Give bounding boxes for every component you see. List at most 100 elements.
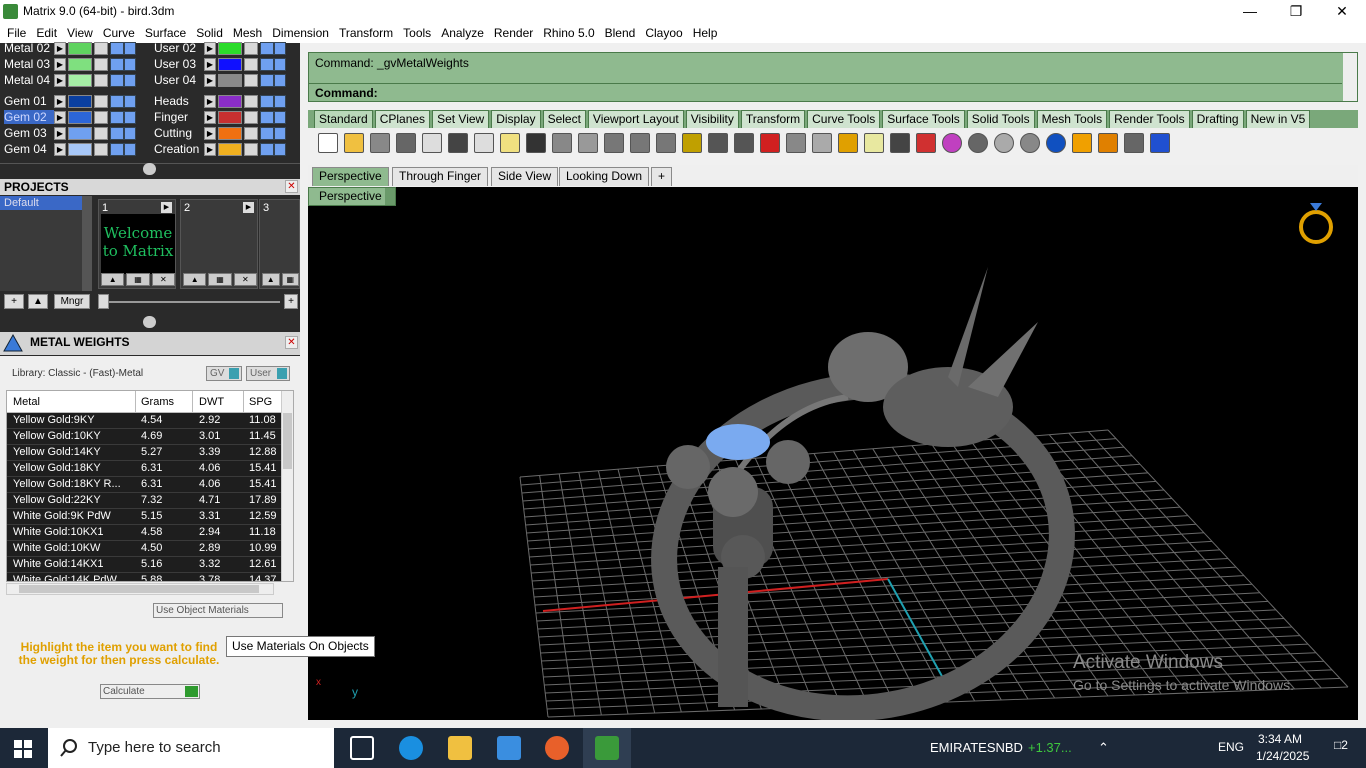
project-item-default[interactable]: Default: [0, 196, 82, 210]
table-row[interactable]: White Gold:10KW 4.50 2.89 10.99: [7, 541, 285, 557]
layer-row[interactable]: Gem 04 ▶: [0, 141, 150, 157]
table-row[interactable]: Yellow Gold:9KY 4.54 2.92 11.08: [7, 413, 285, 429]
lock-icon[interactable]: [244, 95, 258, 108]
maximize-button[interactable]: ❐: [1273, 0, 1319, 23]
layer-row[interactable]: Gem 02 ▶: [0, 109, 150, 125]
layer-color-swatch[interactable]: [218, 58, 242, 71]
layer-visibility-toggle[interactable]: [260, 58, 274, 71]
lock-icon[interactable]: [890, 133, 910, 153]
blue-sphere-icon[interactable]: [1046, 133, 1066, 153]
toolbar-tab[interactable]: Standard: [314, 110, 373, 128]
circle-icon[interactable]: [812, 133, 832, 153]
copy-icon[interactable]: [474, 133, 494, 153]
toolbar-tab[interactable]: Solid Tools: [966, 110, 1035, 128]
upload-icon[interactable]: ▲: [262, 273, 280, 286]
layer-render-toggle[interactable]: [124, 58, 136, 71]
tools-icon[interactable]: [786, 133, 806, 153]
column-header-metal[interactable]: Metal: [13, 396, 40, 408]
help-icon[interactable]: [1150, 133, 1170, 153]
toolbar-tab[interactable]: Visibility: [685, 110, 739, 128]
tab-looking-down[interactable]: Looking Down: [559, 167, 650, 186]
layer-visibility-toggle[interactable]: [260, 143, 274, 156]
layer-row[interactable]: Metal 03 ▶: [0, 56, 150, 72]
clock-time[interactable]: 3:34 AM: [1258, 732, 1302, 746]
four-view-icon[interactable]: [734, 133, 754, 153]
layer-row[interactable]: User 03 ▶: [150, 56, 300, 72]
layer-color-swatch[interactable]: [68, 127, 92, 140]
delete-icon[interactable]: ✕: [151, 273, 175, 286]
lock-icon[interactable]: [94, 42, 108, 55]
toolbar-tab[interactable]: Surface Tools: [882, 110, 965, 128]
delete-icon[interactable]: ✕: [233, 273, 257, 286]
close-button[interactable]: ✕: [1319, 0, 1365, 23]
mail-icon[interactable]: [497, 736, 521, 760]
menu-blend[interactable]: Blend: [600, 23, 641, 43]
layer-color-swatch[interactable]: [218, 127, 242, 140]
save-icon[interactable]: ▦: [281, 273, 299, 286]
zoom-icon[interactable]: [604, 133, 624, 153]
move-icon[interactable]: [578, 133, 598, 153]
layer-row[interactable]: Gem 01 ▶: [0, 93, 150, 109]
lock-icon[interactable]: [94, 111, 108, 124]
add-tab-button[interactable]: +: [651, 167, 673, 186]
layer-render-toggle[interactable]: [124, 42, 136, 55]
expand-arrow-icon[interactable]: ▶: [204, 42, 216, 55]
save-icon[interactable]: ▦: [208, 273, 232, 286]
column-header-spg[interactable]: SPG: [249, 396, 272, 408]
menu-clayoo[interactable]: Clayoo: [640, 23, 687, 43]
table-row[interactable]: Yellow Gold:22KY 7.32 4.71 17.89: [7, 493, 285, 509]
layer-render-toggle[interactable]: [124, 111, 136, 124]
lock-icon[interactable]: [94, 58, 108, 71]
command-scrollbar[interactable]: [1343, 53, 1357, 101]
lock-icon[interactable]: [244, 143, 258, 156]
matrix-app-icon[interactable]: [595, 736, 619, 760]
expand-arrow-icon[interactable]: ▶: [54, 143, 66, 156]
toolbar-tab[interactable]: Viewport Layout: [587, 110, 684, 128]
expand-arrow-icon[interactable]: ▶: [54, 58, 66, 71]
table-row[interactable]: White Gold:14K PdW 5.88 3.78 14.37: [7, 573, 285, 581]
layer-color-swatch[interactable]: [218, 74, 242, 87]
layer-visibility-toggle[interactable]: [110, 74, 124, 87]
layer-row[interactable]: Metal 02 ▶: [0, 40, 150, 56]
zoom-window-icon[interactable]: [630, 133, 650, 153]
project-slider-handle[interactable]: [98, 294, 109, 309]
file-explorer-icon[interactable]: [448, 736, 472, 760]
toolbar-tab[interactable]: Mesh Tools: [1036, 110, 1108, 128]
menu-rhino5[interactable]: Rhino 5.0: [538, 23, 599, 43]
layer-render-toggle[interactable]: [124, 127, 136, 140]
project-slot-3[interactable]: 3 ▲ ▦: [259, 199, 300, 289]
viewport-label[interactable]: Perspective: [308, 187, 396, 206]
command-prompt[interactable]: Command:: [315, 86, 378, 100]
layer-visibility-toggle[interactable]: [110, 111, 124, 124]
play-icon[interactable]: ▶: [243, 202, 254, 213]
manager-button[interactable]: Mngr: [54, 294, 90, 309]
expand-arrow-icon[interactable]: ▶: [204, 143, 216, 156]
stock-ticker-name[interactable]: EMIRATESNBD: [930, 740, 1023, 755]
menu-analyze[interactable]: Analyze: [436, 23, 489, 43]
render-sphere-icon[interactable]: [994, 133, 1014, 153]
layer-render-toggle[interactable]: [274, 58, 286, 71]
layer-visibility-toggle[interactable]: [110, 95, 124, 108]
upload-icon[interactable]: ▲: [101, 273, 125, 286]
layer-row[interactable]: Finger ▶: [150, 109, 300, 125]
layer-color-swatch[interactable]: [218, 95, 242, 108]
environment-icon[interactable]: [1020, 133, 1040, 153]
new-file-icon[interactable]: [318, 133, 338, 153]
cut-icon[interactable]: [448, 133, 468, 153]
lock-icon[interactable]: [94, 74, 108, 87]
material-icon[interactable]: [968, 133, 988, 153]
layer-render-toggle[interactable]: [124, 95, 136, 108]
project-slot-2[interactable]: 2 ▶ ▲ ▦ ✕: [180, 199, 258, 289]
upload-icon[interactable]: ▲: [183, 273, 207, 286]
calculate-button[interactable]: Calculate: [100, 684, 200, 699]
edge-icon[interactable]: [399, 736, 423, 760]
collapse-handle-2[interactable]: [143, 316, 156, 328]
expand-arrow-icon[interactable]: ▶: [204, 58, 216, 71]
layer-render-toggle[interactable]: [124, 143, 136, 156]
layer-row[interactable]: Heads ▶: [150, 93, 300, 109]
save-icon[interactable]: [370, 133, 390, 153]
table-hscrollbar[interactable]: [6, 583, 274, 595]
layer-render-toggle[interactable]: [274, 42, 286, 55]
tab-through-finger[interactable]: Through Finger: [392, 167, 489, 186]
project-slider-track[interactable]: [100, 301, 280, 303]
